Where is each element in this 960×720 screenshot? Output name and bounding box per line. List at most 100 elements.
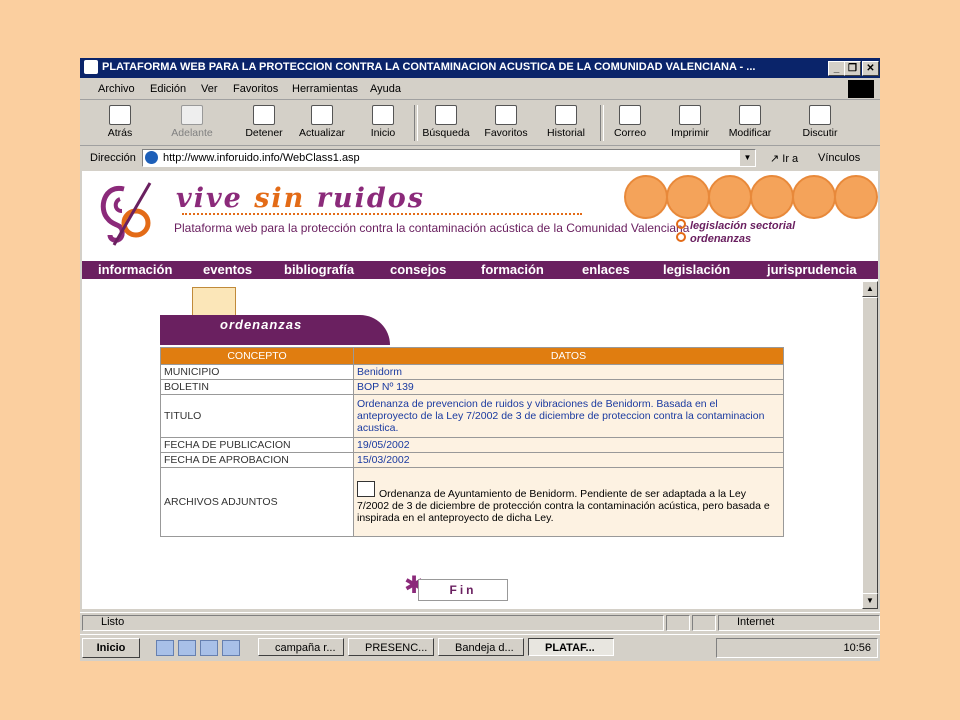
- favorites-button[interactable]: Favoritos: [478, 103, 534, 143]
- discuss-icon: [809, 105, 831, 125]
- menu-ver[interactable]: Ver: [201, 83, 218, 95]
- menu-herramientas[interactable]: Herramientas: [292, 83, 358, 95]
- attachment-cell[interactable]: Ordenanza de Ayuntamiento de Benidorm. P…: [353, 467, 784, 537]
- row-key: FECHA DE APROBACION: [160, 452, 354, 468]
- brand-ruidos: ruidos: [316, 183, 425, 214]
- menu-edicion[interactable]: Edición: [150, 83, 186, 95]
- ordenanzas-link[interactable]: ordenanzas: [676, 232, 795, 245]
- site-tagline: Plataforma web para la protección contra…: [174, 221, 690, 235]
- desktop-quicklaunch-icon[interactable]: [200, 640, 218, 656]
- maximize-button[interactable]: ❐: [844, 61, 861, 76]
- attachment-text[interactable]: Ordenanza de Ayuntamiento de Benidorm. P…: [357, 488, 770, 524]
- nav-bibliografia[interactable]: bibliografía: [284, 262, 354, 277]
- ie-quicklaunch-icon[interactable]: [156, 640, 174, 656]
- outlook-quicklaunch-icon[interactable]: [178, 640, 196, 656]
- legislacion-sectorial-link[interactable]: legislación sectorial: [676, 219, 795, 232]
- nav-formacion[interactable]: formación: [481, 262, 544, 277]
- ordinance-table: CONCEPTO DATOS MUNICIPIO Benidorm BOLETIN…: [160, 347, 784, 537]
- person-icon[interactable]: [708, 175, 752, 219]
- minimize-button[interactable]: _: [828, 61, 845, 76]
- go-label: Ir a: [782, 153, 799, 165]
- channels-quicklaunch-icon[interactable]: [222, 640, 240, 656]
- status-cell: [692, 615, 716, 631]
- brand-sin: sin: [254, 183, 306, 214]
- scroll-thumb[interactable]: [862, 297, 878, 595]
- envelope-icon[interactable]: [666, 175, 710, 219]
- search-button[interactable]: Búsqueda: [418, 103, 474, 143]
- vertical-scrollbar[interactable]: ▲ ▼: [862, 281, 878, 609]
- go-button[interactable]: ↗ Ir a: [770, 152, 798, 165]
- ear-logo-icon: [100, 182, 152, 246]
- table-row: TITULO Ordenanza de prevencion de ruidos …: [160, 394, 784, 438]
- refresh-button[interactable]: Actualizar: [294, 103, 350, 143]
- status-bar: Listo Internet: [80, 612, 880, 631]
- history-button[interactable]: Historial: [538, 103, 594, 143]
- edit-icon: [739, 105, 761, 125]
- nav-informacion[interactable]: información: [98, 262, 172, 277]
- scroll-down-button[interactable]: ▼: [862, 593, 878, 609]
- zone-text: Internet: [737, 616, 775, 628]
- task-plataf[interactable]: PLATAF...: [528, 638, 614, 656]
- table-row: FECHA DE PUBLICACION 19/05/2002: [160, 437, 784, 453]
- row-key: BOLETIN: [160, 379, 354, 395]
- brand-vive: vive: [176, 183, 243, 214]
- nav-jurisprudencia[interactable]: jurisprudencia: [767, 262, 857, 277]
- start-button[interactable]: Inicio: [82, 638, 140, 658]
- system-tray: 10:56: [716, 638, 878, 658]
- page-content: vive sin ruidos Plataforma web para la p…: [82, 171, 878, 609]
- home-button[interactable]: Inicio: [355, 103, 411, 143]
- menu-archivo[interactable]: Archivo: [98, 83, 135, 95]
- address-input[interactable]: http://www.inforuido.info/WebClass1.asp …: [142, 149, 756, 167]
- nav-enlaces[interactable]: enlaces: [582, 262, 630, 277]
- section-title: ordenanzas: [220, 317, 303, 332]
- address-label: Dirección: [90, 152, 136, 164]
- task-bandeja[interactable]: Bandeja d...: [438, 638, 524, 656]
- table-row: BOLETIN BOP Nº 139: [160, 379, 784, 395]
- back-button[interactable]: Atrás: [92, 103, 148, 143]
- print-button[interactable]: Imprimir: [662, 103, 718, 143]
- discuss-button[interactable]: Discutir: [792, 103, 848, 143]
- status-zone: Internet: [718, 615, 880, 631]
- nav-legislacion[interactable]: legislación: [663, 262, 730, 277]
- forward-button[interactable]: Adelante: [164, 103, 220, 143]
- address-dropdown-button[interactable]: ▼: [740, 150, 755, 166]
- clock[interactable]: 10:56: [843, 642, 871, 654]
- scroll-up-button[interactable]: ▲: [862, 281, 878, 297]
- attachment-icon[interactable]: [357, 480, 375, 497]
- section-header: ordenanzas: [160, 311, 404, 345]
- print-icon: [679, 105, 701, 125]
- address-url[interactable]: http://www.inforuido.info/WebClass1.asp: [163, 152, 360, 164]
- menu-favoritos[interactable]: Favoritos: [233, 83, 278, 95]
- task-presenc[interactable]: PRESENC...: [348, 638, 434, 656]
- home-icon: [372, 105, 394, 125]
- browser-window: PLATAFORMA WEB PARA LA PROTECCION CONTRA…: [80, 58, 880, 661]
- mail-icon: [619, 105, 641, 125]
- row-key: MUNICIPIO: [160, 364, 354, 380]
- row-key: TITULO: [160, 394, 354, 438]
- stop-button[interactable]: Detener: [236, 103, 292, 143]
- row-key: FECHA DE PUBLICACION: [160, 437, 354, 453]
- nav-eventos[interactable]: eventos: [203, 262, 252, 277]
- page-icon: [145, 151, 158, 164]
- speaker-icon[interactable]: [834, 175, 878, 219]
- book-icon[interactable]: [750, 175, 794, 219]
- menu-ayuda[interactable]: Ayuda: [370, 83, 401, 95]
- history-icon: [555, 105, 577, 125]
- links-button[interactable]: Vínculos: [818, 152, 860, 164]
- refresh-icon: [311, 105, 333, 125]
- nav-consejos[interactable]: consejos: [390, 262, 446, 277]
- church-icon[interactable]: [624, 175, 668, 219]
- row-value: Ordenanza de prevencion de ruidos y vibr…: [353, 394, 784, 438]
- people-circle-icon[interactable]: [792, 175, 836, 219]
- table-row: ARCHIVOS ADJUNTOS Ordenanza de Ayuntamie…: [160, 467, 784, 537]
- edit-button[interactable]: Modificar: [722, 103, 778, 143]
- fin-button[interactable]: Fin: [418, 579, 508, 601]
- task-campana[interactable]: campaña r...: [258, 638, 344, 656]
- table-row: MUNICIPIO Benidorm: [160, 364, 784, 380]
- mail-button[interactable]: Correo: [602, 103, 658, 143]
- close-button[interactable]: ✕: [862, 61, 879, 76]
- status-main: Listo: [82, 615, 664, 631]
- forward-icon: [181, 105, 203, 125]
- row-value: Benidorm: [353, 364, 784, 380]
- row-key: ARCHIVOS ADJUNTOS: [160, 467, 354, 537]
